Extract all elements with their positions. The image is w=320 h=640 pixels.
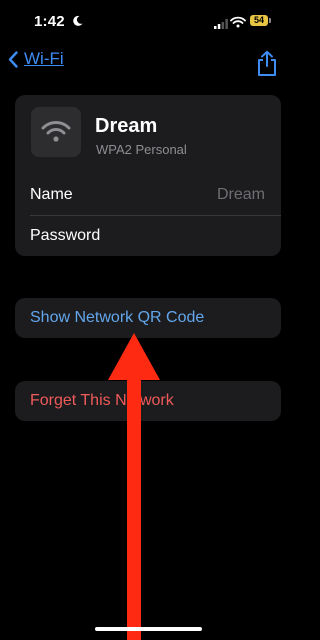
chevron-left-icon bbox=[8, 50, 18, 68]
battery-cap bbox=[269, 18, 271, 23]
name-row[interactable]: Name Dream bbox=[15, 175, 281, 215]
network-security: WPA2 Personal bbox=[96, 142, 187, 157]
status-bar: 1:42 54 bbox=[0, 0, 295, 44]
forget-network-button[interactable]: Forget This Network bbox=[15, 381, 281, 421]
show-qr-code-button[interactable]: Show Network QR Code bbox=[15, 298, 281, 338]
show-qr-code-label: Show Network QR Code bbox=[30, 309, 205, 326]
status-time: 1:42 bbox=[34, 13, 65, 30]
back-button[interactable]: Wi-Fi bbox=[8, 49, 64, 69]
wifi-network-icon bbox=[31, 107, 81, 157]
name-row-label: Name bbox=[30, 186, 73, 203]
password-row[interactable]: Password bbox=[15, 216, 281, 256]
forget-network-label: Forget This Network bbox=[30, 392, 174, 409]
wifi-status-icon bbox=[230, 15, 246, 33]
password-row-label: Password bbox=[30, 227, 101, 244]
battery-icon: 54 bbox=[250, 15, 268, 26]
network-details-card: Dream WPA2 Personal Name Dream Password bbox=[15, 95, 281, 256]
navigation-bar: Wi-Fi bbox=[0, 44, 295, 80]
focus-moon-icon bbox=[72, 14, 83, 32]
cellular-signal-icon bbox=[214, 16, 228, 34]
home-indicator[interactable] bbox=[95, 627, 202, 631]
back-label: Wi-Fi bbox=[24, 49, 64, 68]
network-name: Dream bbox=[95, 115, 158, 137]
name-row-value: Dream bbox=[216, 186, 265, 203]
share-icon[interactable] bbox=[256, 50, 278, 82]
